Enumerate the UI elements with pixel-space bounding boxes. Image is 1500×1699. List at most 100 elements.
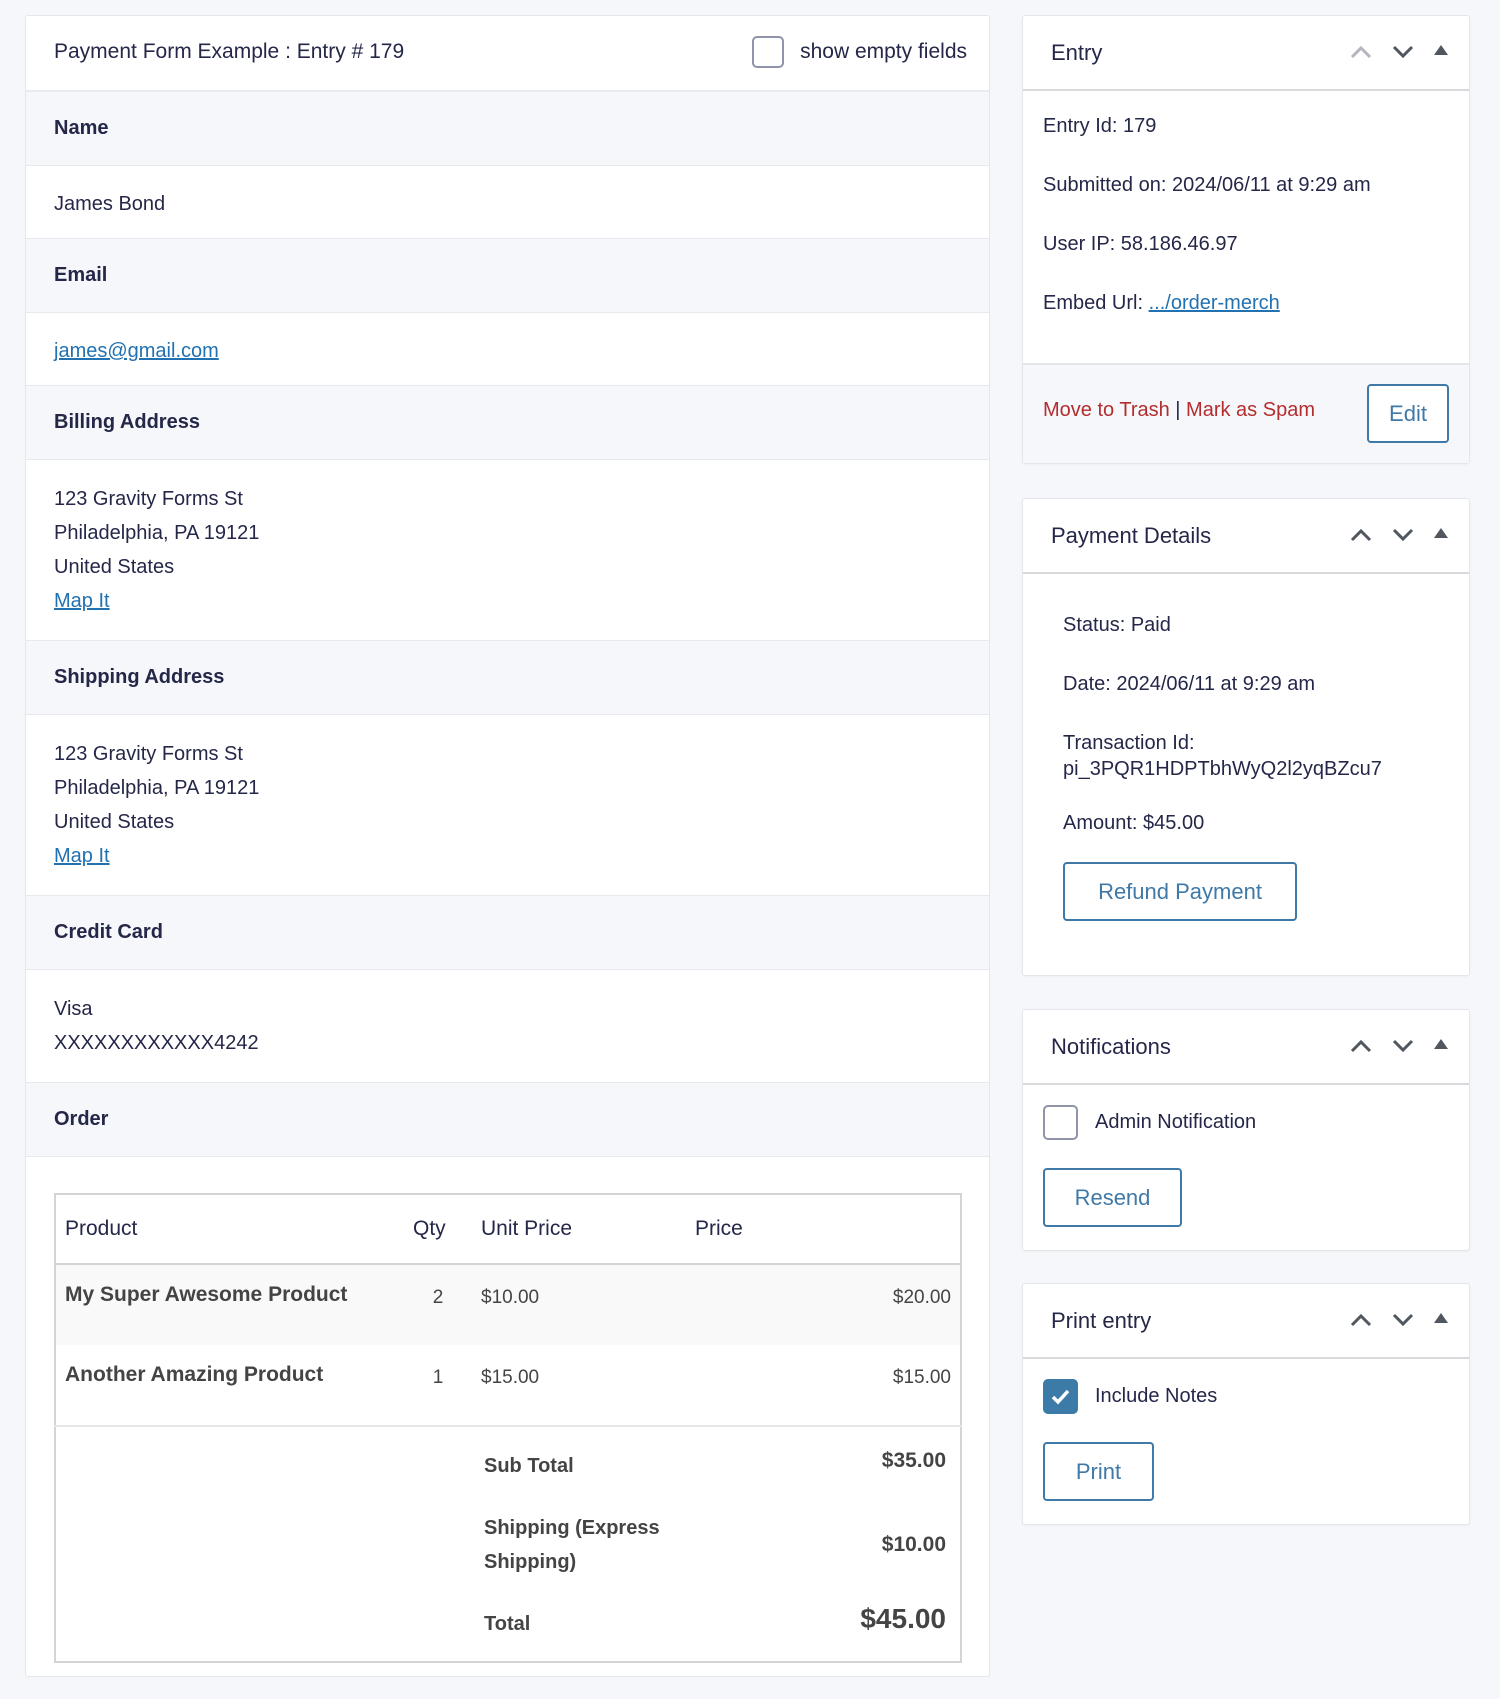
user-ip: User IP: 58.186.46.97 <box>1043 233 1238 255</box>
submitted-on: Submitted on: 2024/06/11 at 9:29 am <box>1043 174 1371 196</box>
include-notes-checkbox[interactable] <box>1043 1379 1078 1414</box>
column-header-qty: Qty <box>404 1194 472 1265</box>
admin-notification-option[interactable]: Admin Notification <box>1043 1105 1449 1140</box>
chevron-up-icon[interactable] <box>1349 42 1373 62</box>
page-title: Payment Form Example : Entry # 179 <box>54 40 405 63</box>
triangle-up-icon[interactable] <box>1433 1310 1457 1330</box>
embed-url-link[interactable]: .../order-merch <box>1149 292 1280 314</box>
card-type: Visa <box>54 998 93 1020</box>
order-header-row: Product Qty Unit Price Price <box>55 1194 961 1265</box>
field-label-billing-address: Billing Address <box>26 386 989 460</box>
product-price: $15.00 <box>892 1367 951 1388</box>
entry-box: Entry Entry Id: 179 Submitted on: 2024/0… <box>1022 15 1470 464</box>
refund-payment-button[interactable]: Refund Payment <box>1063 862 1297 921</box>
subtotal-value: $35.00 <box>686 1425 961 1497</box>
chevron-up-icon[interactable] <box>1349 1036 1373 1056</box>
field-value-name: James Bond <box>26 166 989 239</box>
triangle-up-icon[interactable] <box>1433 525 1457 545</box>
include-notes-label: Include Notes <box>1095 1385 1218 1407</box>
entry-box-body: Entry Id: 179 Submitted on: 2024/06/11 a… <box>1023 91 1469 369</box>
mark-as-spam-link[interactable]: Mark as Spam <box>1186 399 1315 421</box>
field-value-shipping-address: 123 Gravity Forms St Philadelphia, PA 19… <box>26 715 989 896</box>
order-section: Product Qty Unit Price Price My Super Aw… <box>26 1157 989 1699</box>
transaction-id: Transaction Id: pi_3PQR1HDPTbhWyQ2l2yqBZc… <box>1063 730 1429 782</box>
print-box-title: Print entry <box>1051 1308 1152 1333</box>
action-separator: | <box>1175 399 1181 421</box>
product-unit-price: $15.00 <box>481 1367 540 1388</box>
total-value: $45.00 <box>860 1603 946 1634</box>
box-controls <box>1349 1310 1457 1330</box>
edit-button[interactable]: Edit <box>1367 384 1449 443</box>
print-box-body: Include Notes Print <box>1023 1359 1469 1521</box>
payment-details-box: Payment Details Status: Paid Date: 2024/… <box>1022 498 1470 976</box>
include-notes-option[interactable]: Include Notes <box>1043 1379 1449 1414</box>
card-number: XXXXXXXXXXXX4242 <box>54 1032 259 1054</box>
billing-map-it-link[interactable]: Map It <box>54 590 110 612</box>
show-empty-fields-checkbox[interactable] <box>752 36 785 68</box>
embed-url: Embed Url: .../order-merch <box>1043 290 1449 316</box>
payment-box-title: Payment Details <box>1051 523 1212 548</box>
field-label-name: Name <box>26 92 989 166</box>
address-line: 123 Gravity Forms St <box>54 488 243 510</box>
entry-box-header: Entry <box>1023 16 1469 91</box>
total-label: Total <box>484 1613 531 1635</box>
entry-detail-panel: Payment Form Example : Entry # 179 show … <box>25 15 990 1677</box>
product-name: Another Amazing Product <box>65 1363 324 1386</box>
address-line: Philadelphia, PA 19121 <box>54 777 260 799</box>
product-name: My Super Awesome Product <box>55 1264 404 1345</box>
total-row: Total $45.00 <box>55 1593 961 1662</box>
entry-header: Payment Form Example : Entry # 179 show … <box>26 16 989 92</box>
email-link[interactable]: james@gmail.com <box>54 340 219 362</box>
subtotal-label: Sub Total <box>472 1425 686 1497</box>
notifications-box-title: Notifications <box>1051 1034 1171 1059</box>
notifications-box: Notifications Admin Notification Resend <box>1022 1009 1470 1251</box>
admin-notification-checkbox[interactable] <box>1043 1105 1078 1140</box>
triangle-up-icon[interactable] <box>1433 1036 1457 1056</box>
shipping-map-it-link[interactable]: Map It <box>54 845 110 867</box>
field-value-credit-card: Visa XXXXXXXXXXXX4242 <box>26 970 989 1083</box>
print-entry-box: Print entry Include Notes Print <box>1022 1283 1470 1525</box>
checkmark-icon <box>1051 1389 1070 1405</box>
show-empty-fields-label: show empty fields <box>800 40 967 63</box>
entry-box-title: Entry <box>1051 40 1103 65</box>
table-row: My Super Awesome Product 2 $10.00 $20.00 <box>55 1264 961 1345</box>
table-row: Another Amazing Product 1 $15.00 $15.00 <box>55 1345 961 1426</box>
resend-button[interactable]: Resend <box>1043 1168 1182 1227</box>
field-value-email: james@gmail.com <box>26 313 989 386</box>
subtotal-row: Sub Total $35.00 <box>55 1425 961 1497</box>
chevron-down-icon[interactable] <box>1391 1036 1415 1056</box>
triangle-up-icon[interactable] <box>1433 42 1457 62</box>
chevron-down-icon[interactable] <box>1391 525 1415 545</box>
shipping-row: Shipping (Express Shipping) $10.00 <box>55 1497 961 1593</box>
entry-box-footer: Move to Trash | Mark as Spam Edit <box>1023 363 1469 463</box>
show-empty-fields-toggle[interactable]: show empty fields <box>752 36 967 68</box>
shipping-label: Shipping (Express Shipping) <box>484 1517 660 1573</box>
order-table: Product Qty Unit Price Price My Super Aw… <box>54 1193 962 1663</box>
field-value-billing-address: 123 Gravity Forms St Philadelphia, PA 19… <box>26 460 989 641</box>
box-controls <box>1349 525 1457 545</box>
address-line: United States <box>54 811 175 833</box>
entry-id: Entry Id: 179 <box>1043 115 1157 137</box>
product-price: $20.00 <box>686 1264 961 1345</box>
move-to-trash-link[interactable]: Move to Trash <box>1043 399 1170 421</box>
field-label-shipping-address: Shipping Address <box>26 641 989 715</box>
embed-url-label: Embed Url: <box>1043 292 1149 314</box>
chevron-up-icon[interactable] <box>1349 1310 1373 1330</box>
address-line: Philadelphia, PA 19121 <box>54 522 260 544</box>
transaction-id-label: Transaction Id: <box>1063 732 1195 754</box>
field-label-email: Email <box>26 239 989 313</box>
product-qty: 2 <box>404 1264 472 1345</box>
chevron-down-icon[interactable] <box>1391 1310 1415 1330</box>
print-box-header: Print entry <box>1023 1284 1469 1359</box>
notifications-box-header: Notifications <box>1023 1010 1469 1085</box>
field-label-order: Order <box>26 1083 989 1157</box>
chevron-down-icon[interactable] <box>1391 42 1415 62</box>
shipping-value: $10.00 <box>881 1533 946 1556</box>
payment-box-header: Payment Details <box>1023 499 1469 574</box>
chevron-up-icon[interactable] <box>1349 525 1373 545</box>
notifications-box-body: Admin Notification Resend <box>1023 1085 1469 1247</box>
print-button[interactable]: Print <box>1043 1442 1154 1501</box>
payment-status: Status: Paid <box>1063 614 1171 636</box>
box-controls <box>1349 1036 1457 1056</box>
address-line: United States <box>54 556 175 578</box>
